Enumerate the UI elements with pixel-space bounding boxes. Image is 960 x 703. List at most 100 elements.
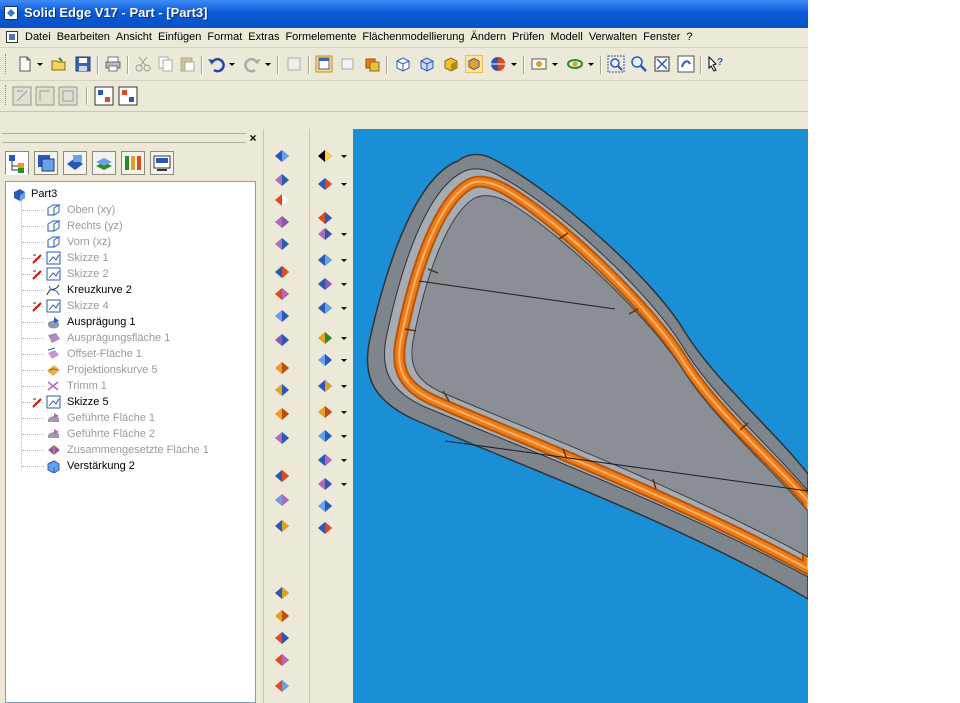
- dropdown-arrow-icon[interactable]: [341, 459, 347, 463]
- dropdown-arrow-icon[interactable]: [341, 307, 347, 311]
- copy-surface-button[interactable]: [316, 377, 334, 395]
- protrusion-tool-icon[interactable]: [273, 147, 291, 165]
- dropdown-arrow-icon[interactable]: [341, 359, 347, 363]
- tree-item-6[interactable]: Kreuzkurve 2: [6, 282, 251, 298]
- tree-item-0[interactable]: Part3: [6, 186, 251, 202]
- tab-sensors[interactable]: [121, 151, 145, 175]
- delete-face-button[interactable]: [273, 629, 291, 647]
- menu-verwalten[interactable]: Verwalten: [586, 31, 640, 43]
- tab-feature-pathfinder[interactable]: [5, 151, 29, 175]
- draft-tool-icon[interactable]: [273, 263, 291, 281]
- undo-dropdown-icon[interactable]: [229, 63, 235, 67]
- thread-tool-icon[interactable]: [273, 429, 291, 447]
- intersection-curve-button[interactable]: [316, 475, 334, 493]
- toolbar-grip[interactable]: [5, 85, 9, 105]
- new-file-icon[interactable]: [16, 55, 34, 73]
- mounting-boss-button[interactable]: [273, 405, 291, 423]
- toolbar-grip[interactable]: [5, 54, 9, 74]
- graphics-viewport[interactable]: [353, 129, 808, 703]
- offset-surface-icon[interactable]: [316, 351, 334, 369]
- title-bar[interactable]: Solid Edge V17 - Part - [Part3]: [0, 0, 808, 28]
- paste-icon[interactable]: [178, 55, 196, 73]
- view-style-dropdown-icon[interactable]: [511, 63, 517, 67]
- menu-help[interactable]: ?: [683, 31, 695, 43]
- relations-icon[interactable]: [94, 86, 114, 106]
- undo-icon[interactable]: [207, 55, 225, 73]
- thin-region-button[interactable]: [273, 517, 291, 535]
- delete-region-button[interactable]: [273, 651, 291, 669]
- thread-tool-button[interactable]: [273, 429, 291, 447]
- cut-icon[interactable]: [134, 55, 152, 73]
- tree-item-9[interactable]: Ausprägungsfläche 1: [6, 330, 251, 346]
- visible-edges-view-icon[interactable]: [418, 55, 436, 73]
- revolved-surface-button[interactable]: [316, 225, 334, 243]
- stitched-surface-tool-icon[interactable]: [316, 451, 334, 469]
- offset-surface-button[interactable]: [316, 351, 334, 369]
- tree-item-15[interactable]: Geführte Fläche 2: [6, 426, 251, 442]
- dropdown-arrow-icon[interactable]: [341, 155, 347, 159]
- split-body-icon[interactable]: [316, 519, 334, 537]
- shaded-view-icon[interactable]: [442, 55, 460, 73]
- tree-item-4[interactable]: Skizze 1: [6, 250, 251, 266]
- draft-tool-button[interactable]: [273, 263, 291, 281]
- projected-curve-button[interactable]: [316, 497, 334, 515]
- replace-face-icon[interactable]: [273, 607, 291, 625]
- trim-surface-button[interactable]: [316, 403, 334, 421]
- copy-surface-icon[interactable]: [316, 377, 334, 395]
- dropdown-arrow-icon[interactable]: [341, 385, 347, 389]
- sketch-plane-icon[interactable]: [316, 175, 334, 193]
- extend-surface-button[interactable]: [316, 427, 334, 445]
- part-copy-button[interactable]: [273, 584, 291, 602]
- named-views-icon[interactable]: [530, 55, 548, 73]
- vent-tool-button[interactable]: [273, 381, 291, 399]
- menu-einfuegen[interactable]: Einfügen: [155, 31, 204, 43]
- tree-item-2[interactable]: Rechts (yz): [6, 218, 251, 234]
- dropdown-arrow-icon[interactable]: [341, 435, 347, 439]
- vent-tool-icon[interactable]: [273, 381, 291, 399]
- part-copy-icon[interactable]: [273, 584, 291, 602]
- web-network-icon[interactable]: [273, 331, 291, 349]
- mounting-boss-icon[interactable]: [273, 405, 291, 423]
- constraints-icon[interactable]: [118, 86, 138, 106]
- revolve-tool-button[interactable]: [273, 171, 291, 189]
- solid-edge-app-icon[interactable]: [4, 6, 18, 20]
- menu-aendern[interactable]: Ändern: [468, 31, 509, 43]
- sketch-finish-icon[interactable]: [58, 86, 78, 106]
- open-folder-icon[interactable]: [50, 55, 68, 73]
- copy-icon[interactable]: [156, 55, 174, 73]
- menu-formelemente[interactable]: Formelemente: [282, 31, 359, 43]
- shell-tool-icon[interactable]: [273, 285, 291, 303]
- print-icon[interactable]: [104, 55, 122, 73]
- web-network-button[interactable]: [273, 331, 291, 349]
- tab-engineering-reference[interactable]: [150, 151, 174, 175]
- document-icon[interactable]: [6, 31, 18, 43]
- projected-curve-icon[interactable]: [316, 497, 334, 515]
- redo-icon[interactable]: [244, 55, 262, 73]
- revolve-tool-icon[interactable]: [273, 171, 291, 189]
- hole-tool-icon[interactable]: [273, 213, 291, 231]
- split-body-button[interactable]: [316, 519, 334, 537]
- tree-item-5[interactable]: Skizze 2: [6, 266, 251, 282]
- trim-surface-icon[interactable]: [316, 403, 334, 421]
- cutout-tool-button[interactable]: [273, 191, 291, 209]
- menu-modell[interactable]: Modell: [547, 31, 585, 43]
- zoom-area-icon[interactable]: [607, 55, 625, 73]
- tree-item-16[interactable]: Zusammengesetzte Fläche 1: [6, 442, 251, 458]
- tree-item-17[interactable]: Verstärkung 2: [6, 458, 251, 474]
- panel-grip[interactable]: [2, 133, 246, 143]
- rib-tool-icon[interactable]: [273, 307, 291, 325]
- fit-view-icon[interactable]: [653, 55, 671, 73]
- tree-item-13[interactable]: Skizze 5: [6, 394, 251, 410]
- feature-library-icon[interactable]: [363, 55, 381, 73]
- sketch-tool-icon[interactable]: [12, 86, 32, 106]
- menu-extras[interactable]: Extras: [245, 31, 282, 43]
- delete-region-icon[interactable]: [273, 651, 291, 669]
- mirror-tool-button[interactable]: [273, 491, 291, 509]
- swept-surface-icon[interactable]: [316, 251, 334, 269]
- tab-feature-library[interactable]: [63, 151, 87, 175]
- properties-icon[interactable]: [285, 55, 303, 73]
- pattern-tool-icon[interactable]: [273, 467, 291, 485]
- wireframe-view-icon[interactable]: [394, 55, 412, 73]
- parting-split-button[interactable]: [316, 329, 334, 347]
- tab-layers[interactable]: [34, 151, 58, 175]
